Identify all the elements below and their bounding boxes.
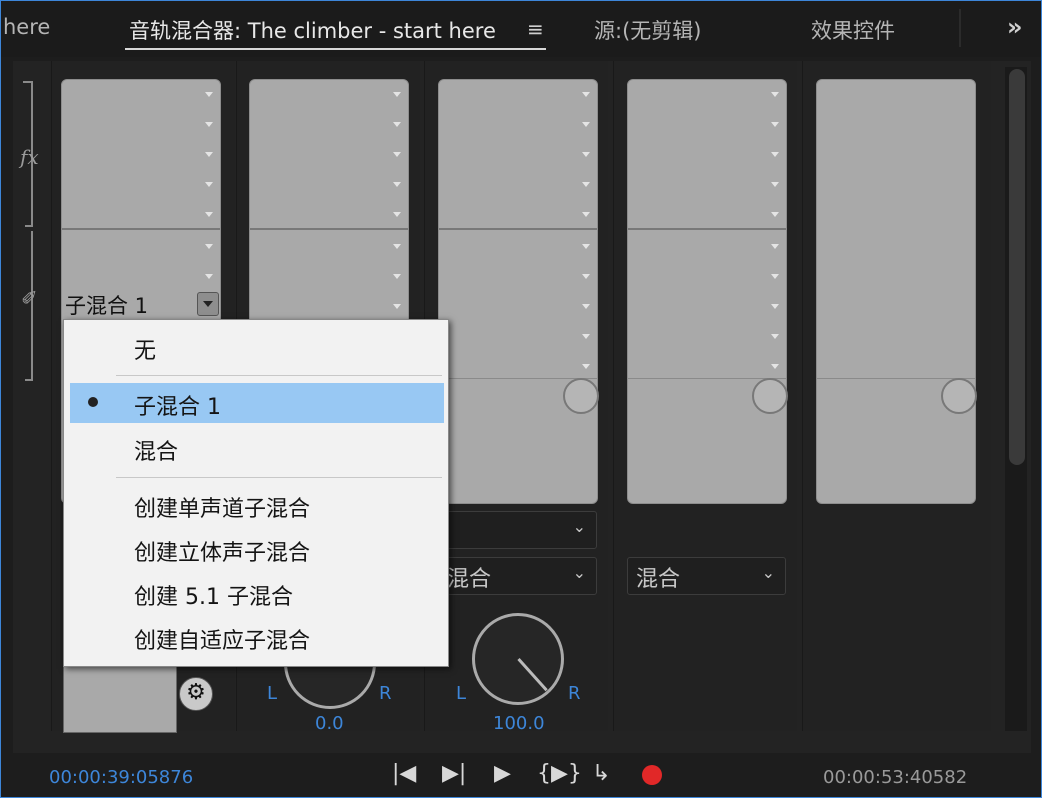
effects-slot-panel[interactable] xyxy=(627,79,788,504)
menu-item-create-adaptive-submix[interactable]: 创建自适应子混合 xyxy=(64,617,448,657)
menu-item-label: 创建立体声子混合 xyxy=(134,541,311,566)
panel-menu-icon[interactable]: ≡ xyxy=(527,17,544,41)
menu-item-create-stereo-submix[interactable]: 创建立体声子混合 xyxy=(64,529,448,569)
input-dropdown[interactable]: ⌄ xyxy=(438,511,597,549)
output-dropdown-value: 混合 xyxy=(636,567,681,592)
effects-slot-panel[interactable] xyxy=(816,79,977,504)
scrollbar-thumb[interactable] xyxy=(1009,69,1025,465)
bass-knob-icon[interactable]: ⚙ xyxy=(179,677,213,711)
menu-item-label: 子混合 1 xyxy=(134,395,221,420)
send-level-knob[interactable] xyxy=(563,378,599,414)
fx-icon: fx xyxy=(20,145,39,169)
audio-track-mixer-window: here 音轨混合器: The climber - start here ≡ 源… xyxy=(0,0,1042,798)
chevron-down-icon: ⌄ xyxy=(761,563,775,582)
menu-separator xyxy=(116,375,442,376)
play-in-to-out-icon[interactable]: {▶} xyxy=(537,761,582,786)
send-level-knob[interactable] xyxy=(752,378,788,414)
output-dropdown-value: 混合 xyxy=(447,567,492,592)
timecode-in[interactable]: 00:00:39:05876 xyxy=(49,767,193,788)
send-icon: ✐ xyxy=(21,286,38,310)
menu-item-mix[interactable]: 混合 xyxy=(64,428,448,468)
send-assignment-dropdown-icon[interactable] xyxy=(197,292,219,316)
meter-panel xyxy=(63,665,177,733)
tab-effect-controls[interactable]: 效果控件 xyxy=(811,15,895,45)
effects-slot-panel[interactable] xyxy=(438,79,599,504)
tab-divider xyxy=(959,9,961,47)
selected-bullet-icon xyxy=(88,397,98,407)
timecode-out: 00:00:53:40582 xyxy=(823,767,968,788)
chevron-down-icon: ⌄ xyxy=(572,517,586,536)
go-to-out-icon[interactable]: ▶| xyxy=(442,761,466,786)
tab-partial[interactable]: here xyxy=(3,15,50,39)
play-icon[interactable]: ▶ xyxy=(494,761,511,786)
menu-item-label: 混合 xyxy=(134,440,179,465)
menu-item-none[interactable]: 无 xyxy=(64,327,448,367)
record-icon[interactable] xyxy=(642,765,662,785)
menu-item-label: 创建自适应子混合 xyxy=(134,629,311,654)
send-assignment-menu: 无 子混合 1 混合 创建单声道子混合 创建立体声子混合 创建 5.1 子混合 … xyxy=(63,319,449,667)
panel-tab-bar: here 音轨混合器: The climber - start here ≡ 源… xyxy=(1,1,1041,57)
pan-value[interactable]: 0.0 xyxy=(315,713,344,734)
menu-item-label: 创建 5.1 子混合 xyxy=(134,585,293,610)
pan-value[interactable]: 100.0 xyxy=(493,713,545,734)
tab-audio-track-mixer[interactable]: 音轨混合器: The climber - start here xyxy=(129,15,496,45)
output-dropdown[interactable]: 混合 ⌄ xyxy=(438,557,597,595)
menu-item-create-5-1-submix[interactable]: 创建 5.1 子混合 xyxy=(64,573,448,613)
pan-left-label: L xyxy=(267,683,278,704)
active-tab-underline xyxy=(125,48,546,50)
send-assignment-label: 子混合 1 xyxy=(65,294,149,318)
pan-knob[interactable] xyxy=(472,613,564,705)
menu-item-label: 创建单声道子混合 xyxy=(134,497,311,522)
send-level-knob[interactable] xyxy=(941,378,977,414)
more-panels-icon[interactable]: » xyxy=(1007,13,1022,41)
menu-item-label: 无 xyxy=(134,339,157,364)
output-dropdown[interactable]: 混合 ⌄ xyxy=(627,557,786,595)
pan-right-label: R xyxy=(379,683,392,704)
menu-item-submix-1[interactable]: 子混合 1 xyxy=(70,383,444,423)
loop-icon[interactable]: ↳ xyxy=(592,761,610,786)
pan-right-label: R xyxy=(568,683,581,704)
go-to-in-icon[interactable]: |◀ xyxy=(392,761,416,786)
menu-item-create-mono-submix[interactable]: 创建单声道子混合 xyxy=(64,485,448,525)
tab-source[interactable]: 源:(无剪辑) xyxy=(594,15,701,45)
chevron-down-icon: ⌄ xyxy=(572,563,586,582)
menu-separator xyxy=(116,477,442,478)
pan-left-label: L xyxy=(456,683,467,704)
